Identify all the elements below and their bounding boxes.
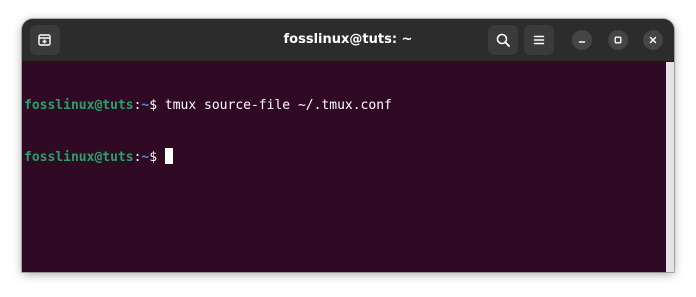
terminal-line: fosslinux@tuts:~$ bbox=[24, 148, 666, 165]
text-cursor bbox=[164, 148, 173, 164]
prompt-user: fosslinux@tuts bbox=[24, 150, 134, 165]
minimize-button[interactable] bbox=[572, 30, 592, 50]
prompt-symbol: $ bbox=[149, 150, 165, 165]
prompt-symbol: $ bbox=[149, 98, 165, 113]
hamburger-menu-icon bbox=[533, 35, 545, 45]
close-icon bbox=[649, 36, 657, 44]
command-text: tmux source-file ~/.tmux.conf bbox=[164, 98, 392, 113]
new-tab-button[interactable] bbox=[30, 25, 60, 55]
prompt-user: fosslinux@tuts bbox=[24, 98, 134, 113]
menu-button[interactable] bbox=[524, 25, 554, 55]
terminal-line: fosslinux@tuts:~$ tmux source-file ~/.tm… bbox=[24, 97, 666, 114]
terminal-window: fosslinux@tuts: ~ fosslinux@tuts:~$ tmux… bbox=[22, 19, 674, 272]
maximize-icon bbox=[614, 36, 622, 44]
minimize-icon bbox=[578, 41, 586, 43]
terminal-output[interactable]: fosslinux@tuts:~$ tmux source-file ~/.tm… bbox=[22, 62, 666, 272]
scrollbar[interactable] bbox=[666, 62, 674, 272]
search-icon bbox=[496, 33, 510, 47]
new-tab-icon bbox=[38, 34, 51, 46]
close-button[interactable] bbox=[643, 30, 663, 50]
search-button[interactable] bbox=[488, 25, 518, 55]
header-bar: fosslinux@tuts: ~ bbox=[22, 19, 674, 62]
maximize-button[interactable] bbox=[608, 30, 628, 50]
